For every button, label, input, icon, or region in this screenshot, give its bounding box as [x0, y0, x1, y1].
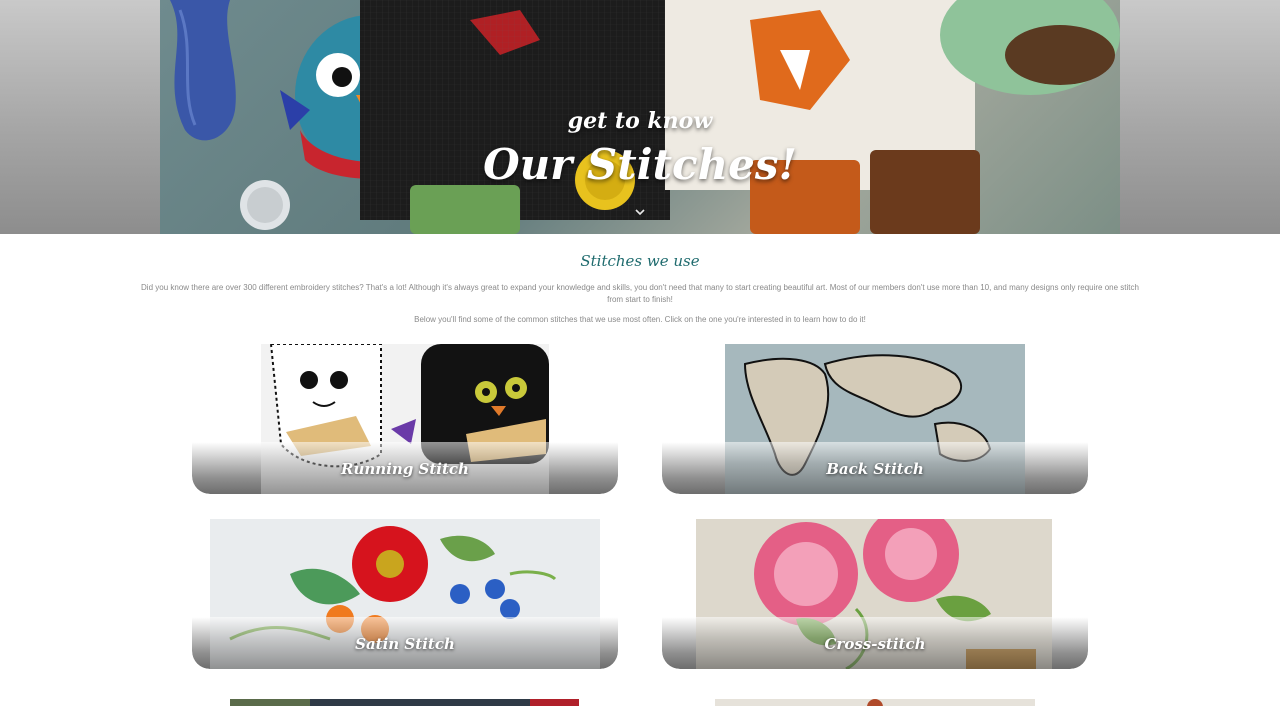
intro-paragraph: Did you know there are over 300 differen…	[141, 283, 1139, 304]
stitch-card-running[interactable]: Running Stitch	[192, 344, 618, 494]
chevron-down-icon[interactable]	[632, 204, 648, 218]
next-stitch-image-right	[715, 695, 1035, 706]
stitches-intro: Stitches we use Did you know there are o…	[0, 234, 1280, 326]
stitch-card-satin[interactable]: Satin Stitch	[192, 519, 618, 669]
stitch-card-label: Satin Stitch	[355, 635, 455, 653]
stitch-card-label: Running Stitch	[341, 460, 469, 478]
section-heading: Stitches we use	[580, 252, 700, 270]
stitch-grid: Running Stitch Back Stitch Satin Stitch …	[0, 344, 1280, 706]
stitch-card-cross[interactable]: Cross-stitch	[662, 519, 1088, 669]
stitch-card-label: Cross-stitch	[824, 635, 926, 653]
hero-banner: get to know Our Stitches!	[0, 0, 1280, 234]
stitch-card-label: Back Stitch	[826, 460, 924, 478]
hero-title: Our Stitches!	[483, 140, 797, 189]
stitch-card-back[interactable]: Back Stitch	[662, 344, 1088, 494]
intro-instructions: Below you'll find some of the common sti…	[414, 315, 866, 324]
next-stitch-image-left	[230, 695, 579, 706]
hero-subtitle: get to know	[567, 108, 713, 134]
